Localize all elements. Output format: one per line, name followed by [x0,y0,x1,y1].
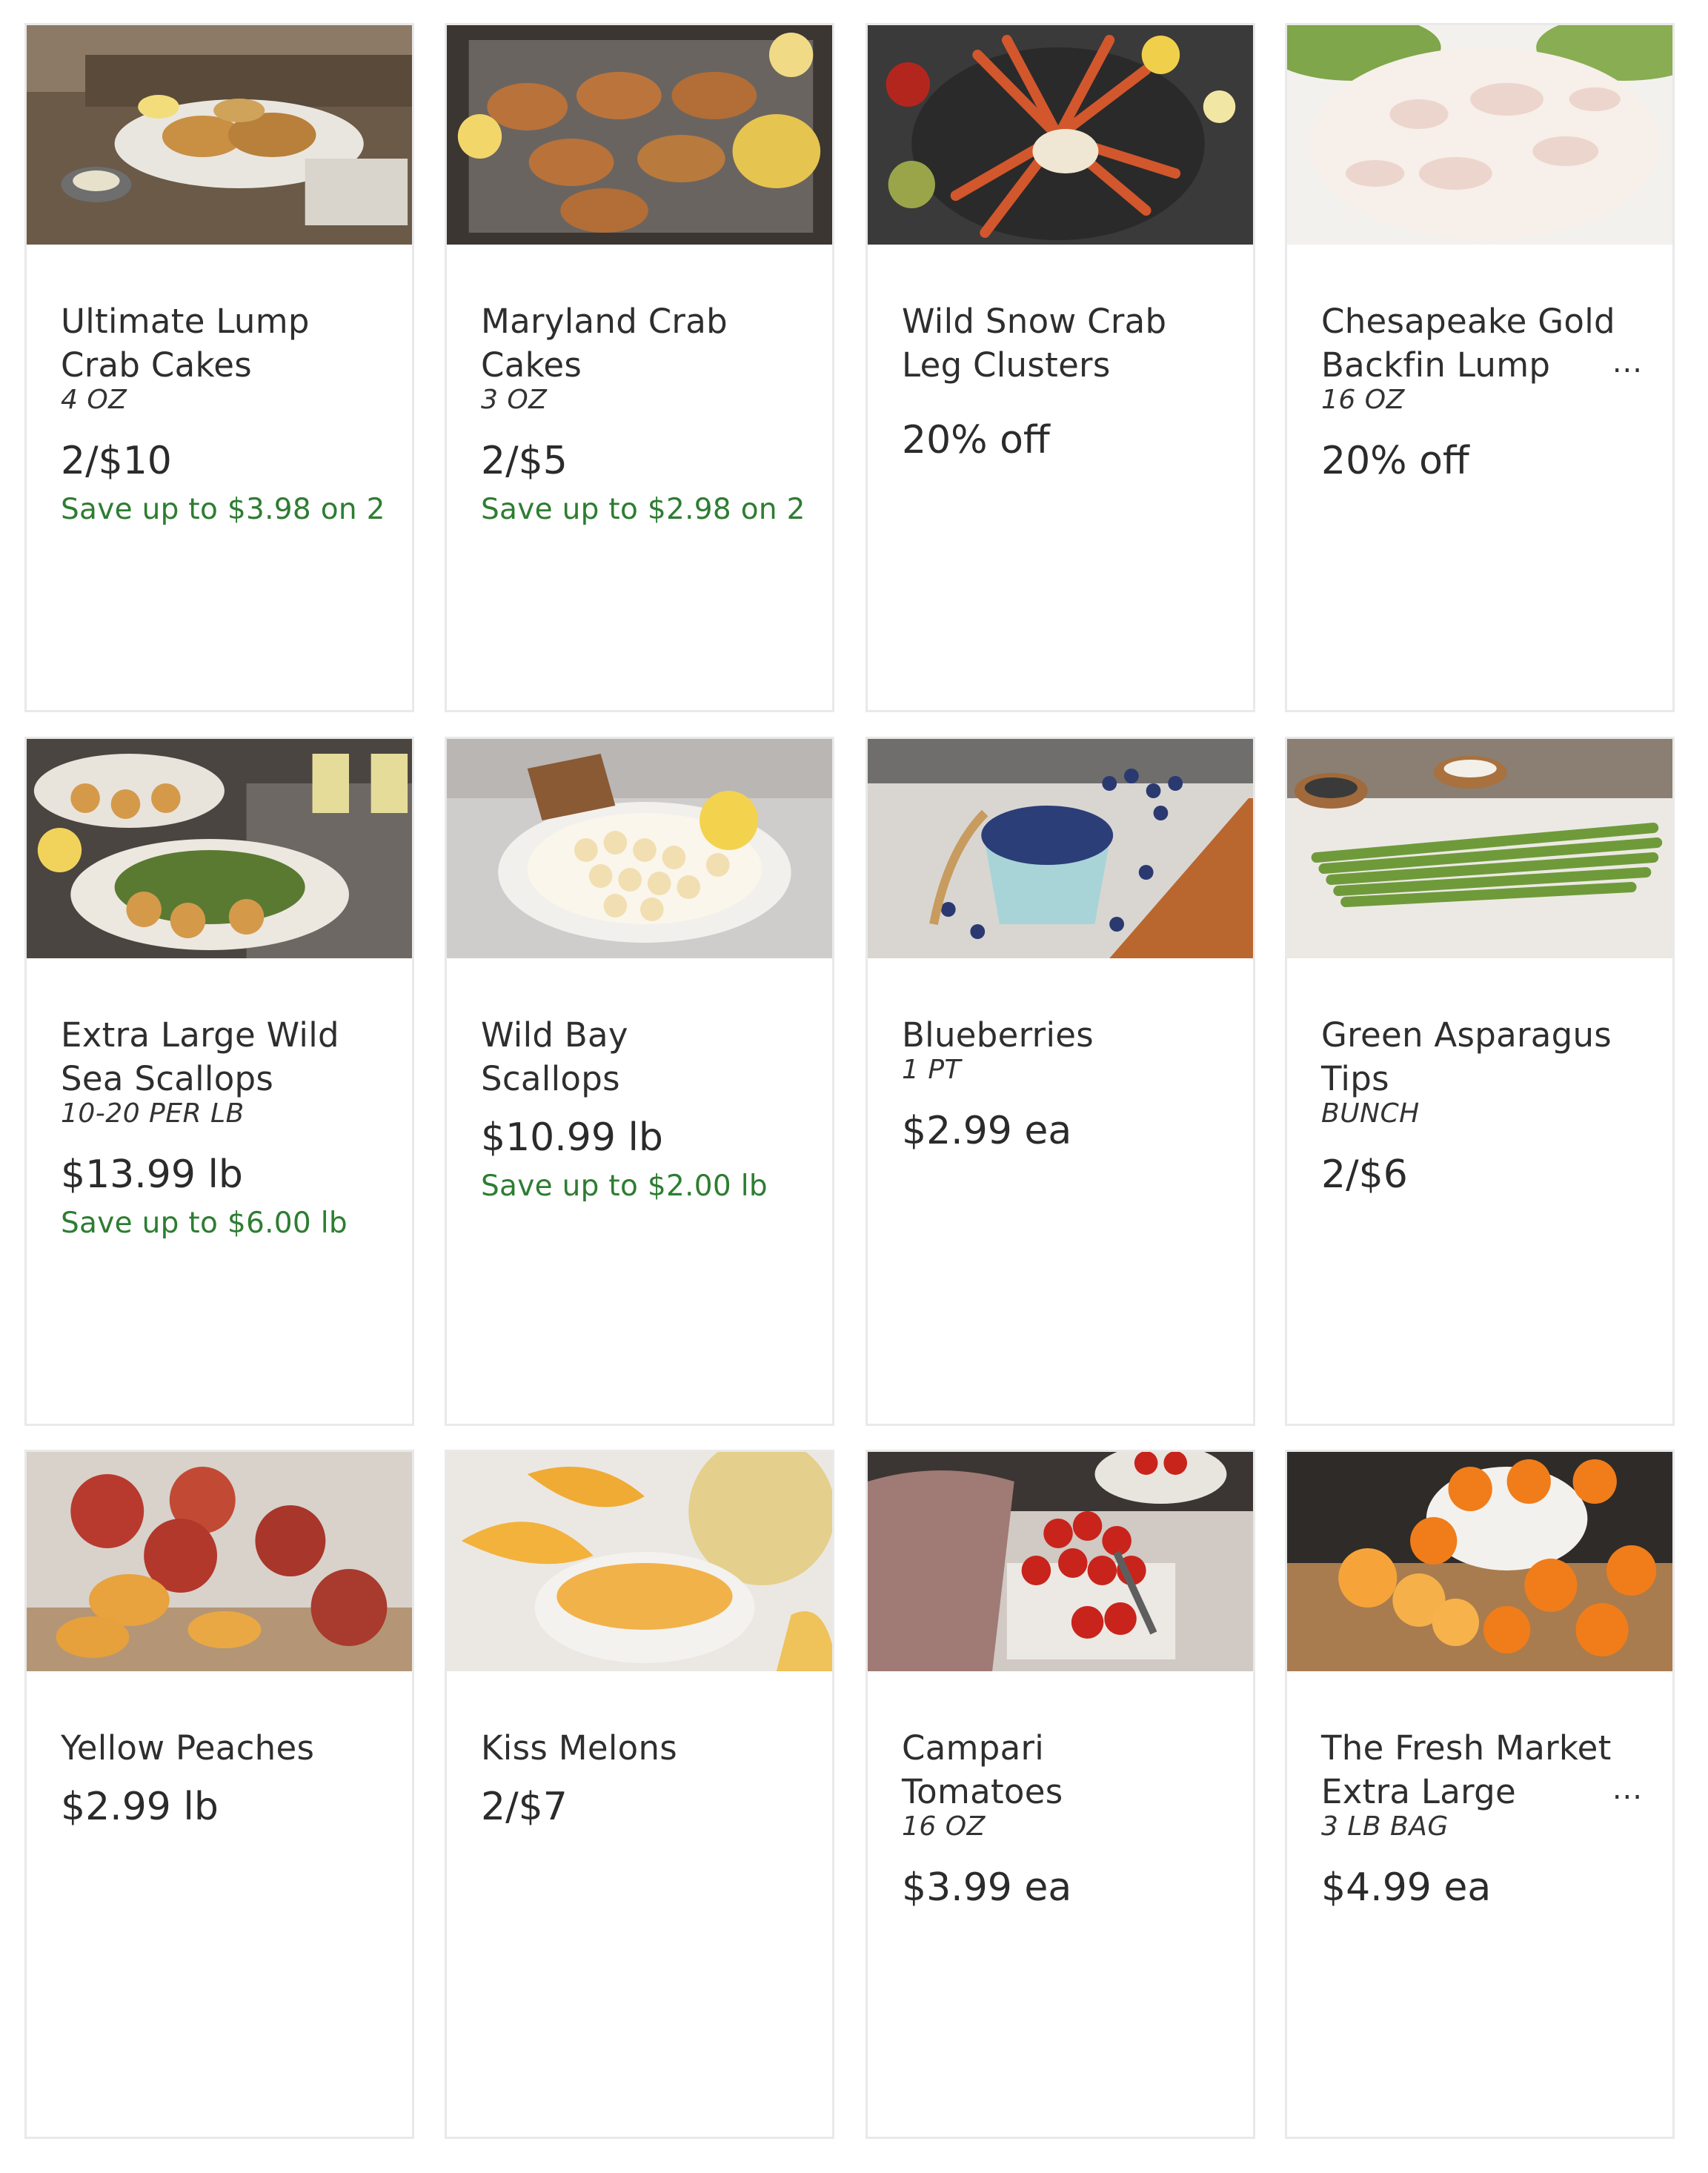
product-card-mandarins[interactable]: The Fresh Market Extra Large 3 LB BAG $4… [1285,1450,1675,2139]
product-card-backfin-lump[interactable]: Chesapeake Gold Backfin Lump 16 OZ 20% o… [1285,23,1675,712]
crab-cakes-tray-image [447,25,832,245]
product-savings: Save up to $2.98 on 2 [481,493,805,526]
product-price: $13.99 lb [61,1152,243,1197]
product-card-snow-crab[interactable]: Wild Snow Crab Leg Clusters 20% off [865,23,1255,712]
product-title: Wild Snow Crab Leg Clusters [902,302,1167,385]
product-card-melons[interactable]: Kiss Melons 2/$7 [445,1450,834,2139]
crab-meat-image [1287,25,1672,245]
snow-crab-legs-image [868,25,1253,245]
asparagus-image [1287,739,1672,958]
product-title: Maryland Crab Cakes [481,302,728,385]
melons-image [447,1452,832,1671]
product-price: $3.99 ea [902,1865,1072,1910]
mandarins-image [1287,1452,1672,1671]
product-title: Blueberries [902,1015,1094,1055]
product-title: Green Asparagus Tips [1321,1015,1612,1098]
product-savings: Save up to $6.00 lb [61,1207,348,1240]
product-price: $2.99 ea [902,1109,1072,1153]
product-card-asparagus[interactable]: Green Asparagus Tips BUNCH 2/$6 [1285,737,1675,1426]
product-card-sea-scallops[interactable]: Extra Large Wild Sea Scallops 10-20 PER … [24,737,414,1426]
product-card-blueberries[interactable]: Blueberries 1 PT $2.99 ea [865,737,1255,1426]
product-size: 3 LB BAG [1321,1811,1449,1842]
product-title: Chesapeake Gold Backfin Lump [1321,302,1615,385]
product-price: $4.99 ea [1321,1865,1492,1910]
peaches-image [27,1452,412,1671]
tomatoes-image [868,1452,1253,1671]
title-overflow-ellipsis: ... [1612,345,1643,379]
product-title: Campari Tomatoes [902,1728,1063,1811]
product-price: 20% off [1321,439,1469,483]
title-overflow-ellipsis: ... [1612,1772,1643,1806]
blueberries-bowl-image [868,739,1253,958]
crab-cakes-plate-image [27,25,412,245]
product-title: Extra Large Wild Sea Scallops [61,1015,339,1098]
product-card-campari-tomatoes[interactable]: Campari Tomatoes 16 OZ $3.99 ea [865,1450,1255,2139]
product-title: Yellow Peaches [61,1728,315,1768]
product-size: 16 OZ [902,1811,986,1842]
product-grid: Ultimate Lump Crab Cakes 4 OZ 2/$10 Save… [0,0,1708,2173]
product-title: Wild Bay Scallops [481,1015,628,1098]
product-price: 20% off [902,418,1050,462]
product-card-peaches[interactable]: Yellow Peaches $2.99 lb [24,1450,414,2139]
product-size: BUNCH [1321,1098,1420,1129]
product-title: Kiss Melons [481,1728,678,1768]
product-title: The Fresh Market Extra Large [1321,1728,1612,1811]
product-card-crab-cakes-maryland[interactable]: Maryland Crab Cakes 3 OZ 2/$5 Save up to… [445,23,834,712]
product-savings: Save up to $2.00 lb [481,1170,768,1203]
product-savings: Save up to $3.98 on 2 [61,493,385,526]
product-price: 2/$6 [1321,1152,1408,1197]
product-card-crab-cakes-ultimate[interactable]: Ultimate Lump Crab Cakes 4 OZ 2/$10 Save… [24,23,414,712]
product-size: 16 OZ [1321,385,1405,415]
product-price: 2/$5 [481,439,568,483]
sea-scallops-salad-image [27,739,412,958]
product-price: 2/$10 [61,439,172,483]
product-title: Ultimate Lump Crab Cakes [61,302,310,385]
bay-scallops-plate-image [447,739,832,958]
product-size: 3 OZ [481,385,548,415]
product-price: $10.99 lb [481,1115,663,1160]
product-size: 4 OZ [61,385,127,415]
product-size: 10-20 PER LB [61,1098,245,1129]
product-price: 2/$7 [481,1785,568,1829]
product-price: $2.99 lb [61,1785,219,1829]
product-card-bay-scallops[interactable]: Wild Bay Scallops $10.99 lb Save up to $… [445,737,834,1426]
product-size: 1 PT [902,1055,962,1085]
